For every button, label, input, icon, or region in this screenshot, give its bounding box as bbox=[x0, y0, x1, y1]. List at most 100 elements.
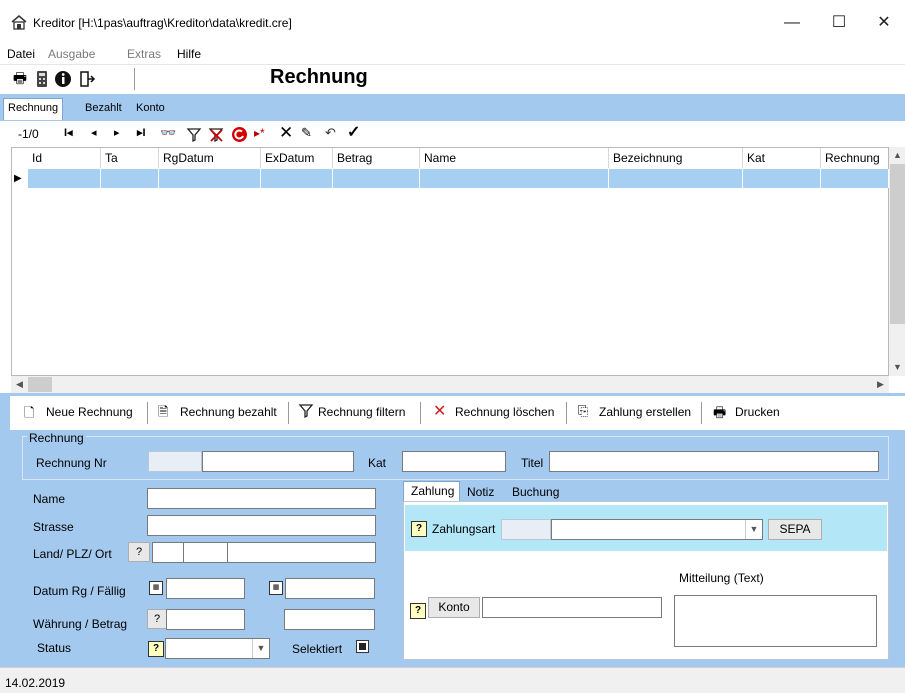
zahlungsart-help-button[interactable]: ? bbox=[411, 521, 427, 537]
titel-field[interactable] bbox=[549, 451, 879, 472]
close-button[interactable]: ✕ bbox=[874, 14, 894, 32]
insert-record-icon[interactable]: ▸* bbox=[254, 124, 265, 142]
scroll-down-icon[interactable]: ▼ bbox=[889, 359, 905, 376]
waehrung-field[interactable] bbox=[166, 609, 245, 630]
table-cell[interactable] bbox=[261, 169, 333, 188]
delete-record-icon[interactable]: ✕ bbox=[279, 124, 293, 141]
column-header-name[interactable]: Name bbox=[420, 148, 609, 168]
rechnung-nr-field[interactable] bbox=[202, 451, 354, 472]
tab-konto[interactable]: Konto bbox=[132, 99, 169, 119]
sepa-button[interactable]: SEPA bbox=[768, 519, 822, 540]
table-cell[interactable] bbox=[609, 169, 743, 188]
plz-field[interactable] bbox=[183, 542, 228, 563]
table-cell[interactable] bbox=[28, 169, 101, 188]
table-cell[interactable] bbox=[743, 169, 821, 188]
konto-button[interactable]: Konto bbox=[428, 597, 480, 618]
table-cell[interactable] bbox=[420, 169, 609, 188]
selektiert-checkbox[interactable] bbox=[356, 640, 369, 653]
subtab-buchung[interactable]: Buchung bbox=[506, 483, 564, 501]
land-field[interactable] bbox=[152, 542, 184, 563]
checkbox-fill bbox=[359, 643, 366, 650]
binoculars-icon[interactable]: 👓 bbox=[160, 124, 176, 142]
hscroll-thumb[interactable] bbox=[28, 377, 52, 392]
subtab-notiz[interactable]: Notiz bbox=[461, 483, 505, 501]
table-cell[interactable] bbox=[333, 169, 420, 188]
scroll-right-icon[interactable]: ▶ bbox=[872, 376, 889, 393]
betrag-field[interactable] bbox=[284, 609, 375, 630]
kat-field[interactable] bbox=[402, 451, 506, 472]
chevron-down-icon[interactable]: ▼ bbox=[745, 520, 762, 539]
print-button[interactable]: Drucken bbox=[735, 405, 780, 419]
maximize-button[interactable]: ☐ bbox=[829, 14, 849, 32]
horizontal-scrollbar[interactable]: ◀ ▶ bbox=[11, 376, 889, 393]
column-header-exdatum[interactable]: ExDatum bbox=[261, 148, 333, 168]
mitteilung-textarea[interactable] bbox=[674, 595, 877, 647]
tab-rechnung[interactable]: Rechnung bbox=[3, 98, 64, 120]
new-document-icon[interactable]: 🗋 bbox=[24, 404, 34, 426]
menu-ausgabe[interactable]: Ausgabe bbox=[48, 47, 95, 61]
column-header-bezeichnung[interactable]: Bezeichnung bbox=[609, 148, 743, 168]
scroll-up-icon[interactable]: ▲ bbox=[889, 147, 905, 164]
rechnungsdatum-field[interactable] bbox=[166, 578, 245, 599]
create-payment-button[interactable]: Zahlung erstellen bbox=[599, 405, 691, 419]
invoice-paid-icon[interactable]: 🗎 bbox=[158, 403, 168, 425]
ort-field[interactable] bbox=[227, 542, 376, 563]
invoice-delete-button[interactable]: Rechnung löschen bbox=[455, 405, 554, 419]
filter-icon[interactable] bbox=[298, 403, 314, 419]
first-record-icon[interactable]: I◂ bbox=[64, 124, 73, 142]
calculator-icon[interactable] bbox=[33, 70, 51, 88]
last-record-icon[interactable]: ▸I bbox=[137, 124, 146, 142]
title-bar: Kreditor [H:\1pas\auftrag\Kreditor\data\… bbox=[0, 0, 905, 42]
faelligkeitsdatum-field[interactable] bbox=[285, 578, 375, 599]
column-header-kat[interactable]: Kat bbox=[743, 148, 821, 168]
confirm-icon[interactable]: ✓ bbox=[347, 124, 360, 142]
column-header-id[interactable]: Id bbox=[28, 148, 101, 168]
calendar-icon[interactable]: ▦ bbox=[149, 581, 163, 595]
tab-bezahlt[interactable]: Bezahlt bbox=[81, 99, 126, 119]
status-help-button[interactable]: ? bbox=[148, 641, 164, 657]
konto-field[interactable] bbox=[482, 597, 662, 618]
subtab-zahlung[interactable]: Zahlung bbox=[403, 481, 460, 501]
calendar-icon[interactable]: ▦ bbox=[269, 581, 283, 595]
payment-icon[interactable]: ⎘ bbox=[578, 403, 588, 419]
rechnung-nr-prefix-field[interactable] bbox=[148, 451, 202, 472]
vertical-scrollbar[interactable]: ▲ ▼ bbox=[889, 147, 905, 376]
menu-hilfe[interactable]: Hilfe bbox=[177, 47, 201, 61]
column-header-rechnung[interactable]: Rechnung bbox=[821, 148, 888, 168]
exit-door-icon[interactable] bbox=[78, 70, 96, 88]
delete-icon[interactable]: ✕ bbox=[433, 401, 446, 421]
konto-help-button[interactable]: ? bbox=[410, 603, 426, 619]
info-icon[interactable] bbox=[54, 70, 72, 88]
waehrung-lookup-button[interactable]: ? bbox=[147, 609, 167, 629]
column-header-rgdatum[interactable]: RgDatum bbox=[159, 148, 261, 168]
undo-icon[interactable]: ↶ bbox=[325, 124, 336, 142]
table-cell[interactable] bbox=[821, 169, 889, 188]
chevron-down-icon[interactable]: ▼ bbox=[252, 639, 269, 658]
scroll-left-icon[interactable]: ◀ bbox=[11, 376, 28, 393]
minimize-button[interactable]: — bbox=[782, 14, 802, 32]
menu-datei[interactable]: Datei bbox=[7, 47, 35, 61]
filter-clear-icon[interactable] bbox=[208, 127, 224, 143]
printer-icon[interactable]: 🖶 bbox=[713, 402, 726, 426]
name-field[interactable] bbox=[147, 488, 376, 509]
column-header-ta[interactable]: Ta bbox=[101, 148, 159, 168]
invoice-paid-button[interactable]: Rechnung bezahlt bbox=[180, 405, 277, 419]
new-invoice-button[interactable]: Neue Rechnung bbox=[46, 405, 133, 419]
printer-icon[interactable]: 🖶 bbox=[11, 70, 29, 88]
next-record-icon[interactable]: ▸ bbox=[114, 124, 120, 142]
prev-record-icon[interactable]: ◂ bbox=[91, 124, 97, 142]
scroll-thumb[interactable] bbox=[890, 164, 905, 324]
menu-extras[interactable]: Extras bbox=[127, 47, 161, 61]
invoice-filter-button[interactable]: Rechnung filtern bbox=[318, 405, 405, 419]
table-cell[interactable] bbox=[159, 169, 261, 188]
table-cell[interactable] bbox=[101, 169, 159, 188]
strasse-field[interactable] bbox=[147, 515, 376, 536]
land-lookup-button[interactable]: ? bbox=[128, 542, 150, 562]
refresh-icon[interactable] bbox=[231, 126, 248, 143]
filter-icon[interactable] bbox=[186, 127, 202, 143]
zahlungsart-dropdown[interactable]: ▼ bbox=[551, 519, 763, 540]
column-header-betrag[interactable]: Betrag bbox=[333, 148, 420, 168]
status-dropdown[interactable]: ▼ bbox=[165, 638, 270, 659]
zahlungsart-code-field[interactable] bbox=[501, 519, 551, 540]
edit-record-icon[interactable]: ✎ bbox=[301, 124, 312, 142]
